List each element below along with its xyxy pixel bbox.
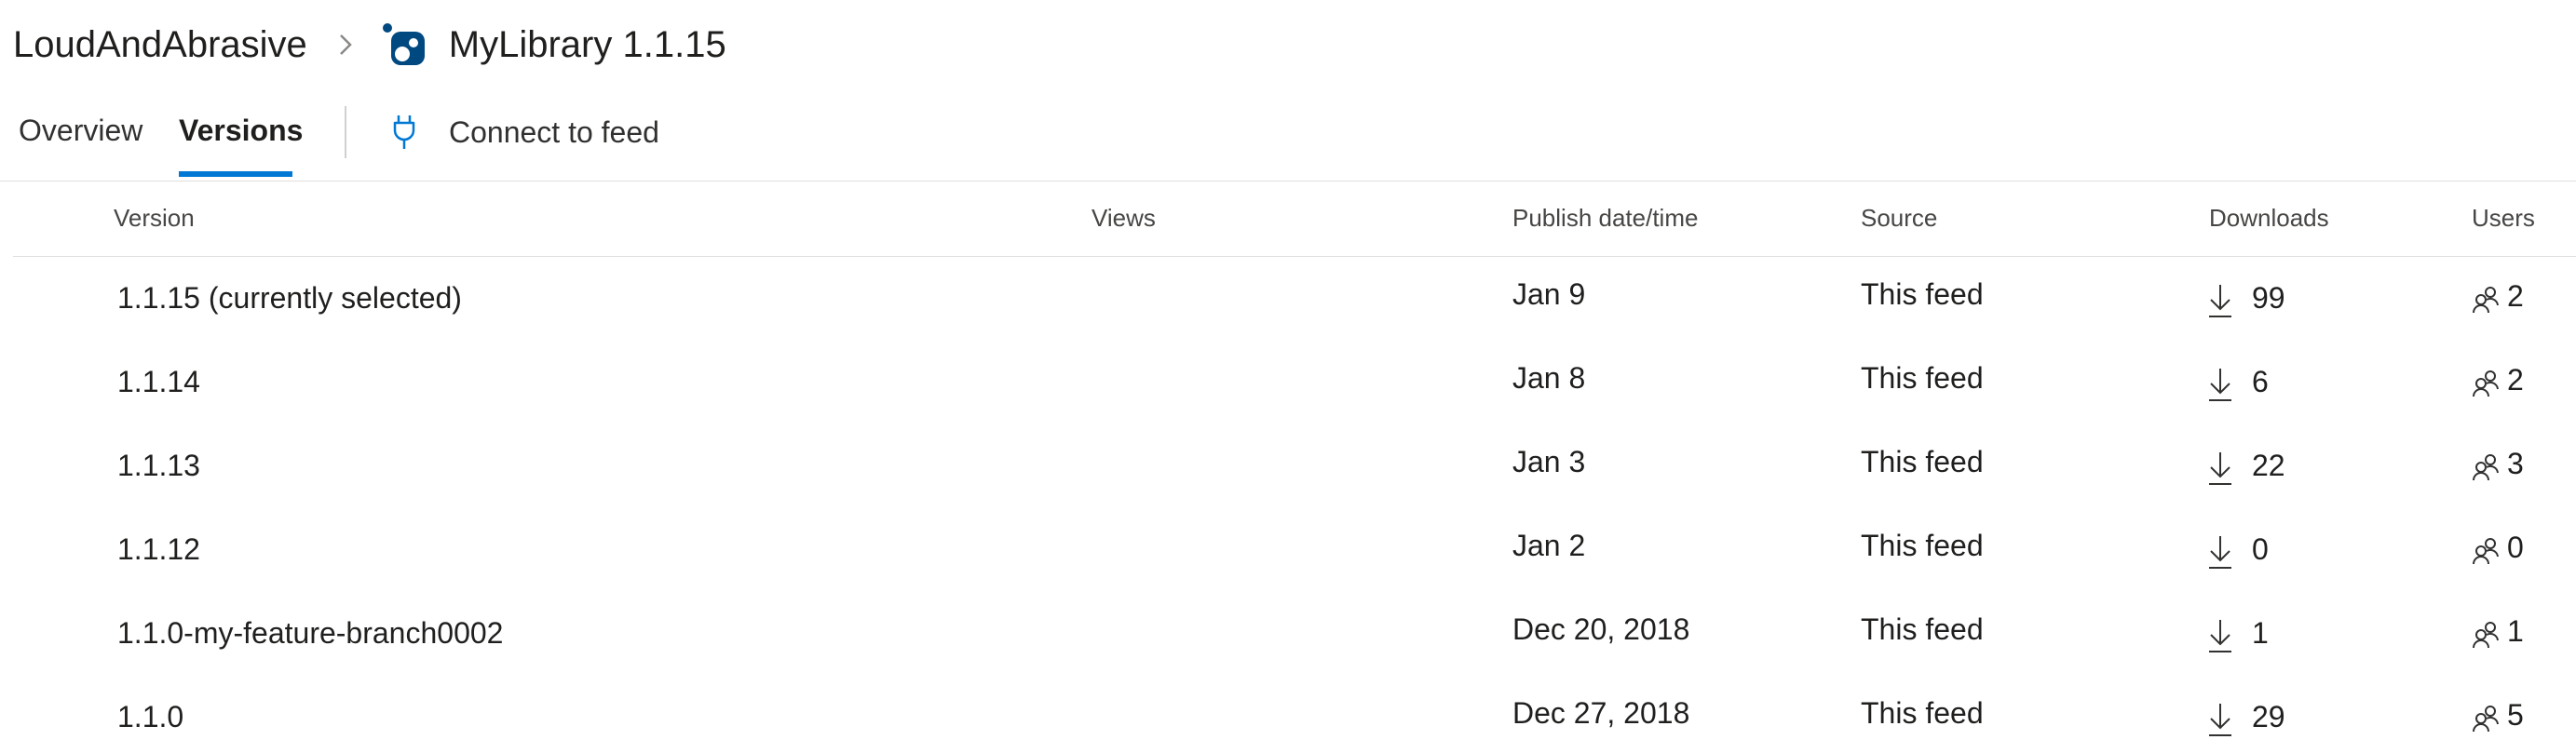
users-icon: [2473, 287, 2499, 314]
publish-date-cell: Dec 27, 2018: [1512, 696, 1690, 730]
downloads-count: 29: [2252, 699, 2285, 733]
version-cell: 1.1.14: [117, 365, 200, 398]
users-icon: [2473, 454, 2499, 481]
breadcrumb: LoudAndAbrasive MyLibrary 1.1.15: [13, 17, 726, 73]
download-icon: [2209, 452, 2231, 485]
table-row[interactable]: 1.1.0 Dec 27, 2018 This feed 29 5: [13, 676, 2576, 753]
source-cell: This feed: [1861, 612, 1984, 646]
column-header-users[interactable]: Users: [2472, 204, 2535, 233]
downloads-cell: 29: [2207, 696, 2285, 737]
download-icon: [2209, 536, 2231, 569]
version-cell: 1.1.15 (currently selected): [117, 281, 462, 315]
version-cell: 1.1.0: [117, 700, 184, 733]
downloads-count: 6: [2252, 364, 2269, 398]
source-cell: This feed: [1861, 277, 1984, 311]
downloads-cell: 0: [2207, 529, 2269, 570]
users-count: 5: [2507, 697, 2524, 732]
users-icon: [2473, 538, 2499, 565]
column-header-source[interactable]: Source: [1861, 204, 1937, 233]
column-header-version[interactable]: Version: [114, 204, 195, 233]
breadcrumb-feed-link[interactable]: LoudAndAbrasive: [13, 24, 307, 66]
downloads-count: 22: [2252, 448, 2285, 482]
tab-overview[interactable]: Overview: [19, 114, 142, 148]
publish-date-cell: Jan 9: [1512, 277, 1586, 311]
download-icon: [2209, 369, 2231, 401]
users-icon: [2473, 706, 2499, 733]
table-row[interactable]: 1.1.15 (currently selected) Jan 9 This f…: [13, 257, 2576, 341]
table-row[interactable]: 1.1.0-my-feature-branch0002 Dec 20, 2018…: [13, 592, 2576, 676]
plug-icon: [393, 115, 415, 149]
table-row[interactable]: 1.1.14 Jan 8 This feed 6 2: [13, 341, 2576, 424]
chevron-right-icon: [339, 34, 352, 55]
publish-date-cell: Jan 3: [1512, 445, 1586, 478]
downloads-count: 99: [2252, 280, 2285, 315]
connect-to-feed-label: Connect to feed: [449, 114, 659, 149]
users-cell: 2: [2472, 361, 2524, 398]
table-row[interactable]: 1.1.13 Jan 3 This feed 22 3: [13, 424, 2576, 508]
users-count: 2: [2507, 362, 2524, 397]
downloads-cell: 6: [2207, 361, 2269, 402]
users-cell: 0: [2472, 529, 2524, 566]
source-cell: This feed: [1861, 696, 1984, 730]
selected-tab-indicator: [179, 171, 292, 177]
versions-table: Version Views Publish date/time Source D…: [13, 182, 2576, 753]
version-cell: 1.1.0-my-feature-branch0002: [117, 616, 504, 650]
publish-date-cell: Jan 2: [1512, 529, 1586, 562]
tab-bar: Overview Versions Connect to feed: [0, 101, 838, 179]
package-title: MyLibrary 1.1.15: [448, 23, 726, 65]
users-cell: 1: [2472, 612, 2524, 650]
users-cell: 5: [2472, 696, 2524, 733]
users-cell: 3: [2472, 445, 2524, 482]
connect-to-feed-button[interactable]: Connect to feed: [391, 106, 659, 158]
tab-versions[interactable]: Versions: [179, 114, 303, 148]
downloads-cell: 22: [2207, 445, 2285, 486]
table-header: Version Views Publish date/time Source D…: [13, 182, 2576, 257]
column-header-downloads[interactable]: Downloads: [2209, 204, 2329, 233]
publish-date-cell: Dec 20, 2018: [1512, 612, 1690, 646]
source-cell: This feed: [1861, 361, 1984, 395]
column-header-publish-date[interactable]: Publish date/time: [1512, 204, 1698, 233]
version-cell: 1.1.12: [117, 532, 200, 566]
version-cell: 1.1.13: [117, 449, 200, 482]
users-icon: [2473, 370, 2499, 397]
package-versions-page: LoudAndAbrasive MyLibrary 1.1.15 Overvie…: [0, 0, 2576, 753]
publish-date-cell: Jan 8: [1512, 361, 1586, 395]
users-icon: [2473, 622, 2499, 649]
download-icon: [2209, 285, 2231, 317]
download-icon: [2209, 704, 2231, 736]
users-count: 2: [2507, 278, 2524, 313]
table-row[interactable]: 1.1.12 Jan 2 This feed 0 0: [13, 508, 2576, 592]
column-header-views[interactable]: Views: [1091, 204, 1156, 233]
download-icon: [2209, 620, 2231, 652]
downloads-count: 0: [2252, 531, 2269, 566]
source-cell: This feed: [1861, 445, 1984, 478]
downloads-count: 1: [2252, 615, 2269, 650]
downloads-cell: 99: [2207, 277, 2285, 318]
users-count: 3: [2507, 446, 2524, 480]
nuget-package-icon: [382, 23, 425, 65]
users-cell: 2: [2472, 277, 2524, 315]
downloads-cell: 1: [2207, 612, 2269, 653]
users-count: 0: [2507, 530, 2524, 564]
source-cell: This feed: [1861, 529, 1984, 562]
users-count: 1: [2507, 613, 2524, 648]
tab-divider: [345, 106, 346, 158]
